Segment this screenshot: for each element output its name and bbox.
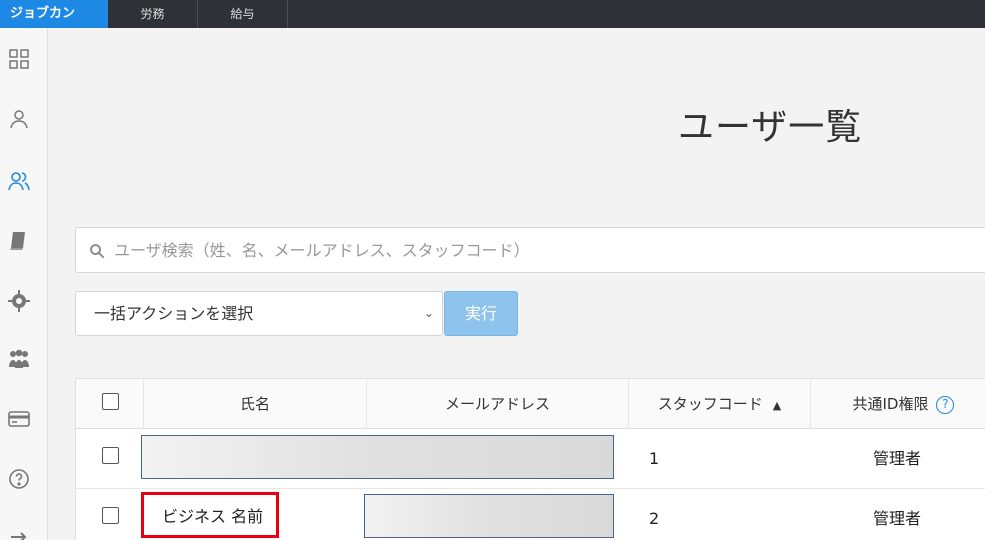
tab-labor[interactable]: 労務 xyxy=(108,0,198,28)
row-auth: 管理者 xyxy=(873,509,922,528)
header-name: 氏名 xyxy=(239,395,270,413)
row-checkbox[interactable] xyxy=(102,507,119,524)
page-title: ユーザ一覧 xyxy=(678,107,863,148)
row-name[interactable]: ビジネス 名前 xyxy=(162,489,263,540)
row-staff-code: 2 xyxy=(649,509,660,528)
row-auth: 管理者 xyxy=(873,449,922,468)
table-header: 氏名 メールアドレス スタッフコード ▲︎ 共通ID権限? xyxy=(76,379,985,429)
chevron-down-icon: ⌄ xyxy=(423,306,434,320)
search-input[interactable] xyxy=(114,228,974,272)
tab-payroll[interactable]: 給与 xyxy=(198,0,288,28)
user-icon[interactable] xyxy=(6,106,32,132)
header-email: メールアドレス xyxy=(444,395,550,413)
search-icon xyxy=(90,244,105,259)
sidebar xyxy=(0,28,48,540)
bulk-action-value: 一括アクションを選択 xyxy=(94,304,254,323)
header-staff-code[interactable]: スタッフコード ▲︎ xyxy=(629,379,810,429)
top-bar: ジョブカン 労務 給与 xyxy=(0,0,985,28)
dashboard-icon[interactable] xyxy=(6,46,32,72)
header-auth-label: 共通ID権限 xyxy=(852,395,929,413)
sort-icon[interactable]: ▲︎ xyxy=(773,399,781,412)
table-row[interactable]: 1 管理者 xyxy=(76,429,985,489)
redacted-name-email xyxy=(141,435,614,479)
help-icon[interactable] xyxy=(6,466,32,492)
book-icon[interactable] xyxy=(6,228,32,254)
bulk-action-select[interactable]: 一括アクションを選択 ⌄ xyxy=(75,291,443,336)
question-icon[interactable]: ? xyxy=(936,395,955,414)
row-checkbox[interactable] xyxy=(102,447,119,464)
card-icon[interactable] xyxy=(6,406,32,432)
run-button[interactable]: 実行 xyxy=(444,291,518,336)
main-content: ユーザ一覧 一括アクションを選択 ⌄ 実行 氏名 メールアドレス スタッフコード… xyxy=(48,28,985,540)
users-icon[interactable] xyxy=(6,168,32,194)
search-box[interactable] xyxy=(75,227,985,273)
table-row[interactable]: ビジネス 名前 2 管理者 xyxy=(76,489,985,540)
row-staff-code: 1 xyxy=(649,449,660,468)
header-auth: 共通ID権限? xyxy=(811,379,985,429)
redacted-email xyxy=(364,494,614,538)
brand-logo[interactable]: ジョブカン xyxy=(0,0,108,28)
user-table: 氏名 メールアドレス スタッフコード ▲︎ 共通ID権限? 1 管理者 ビジネス … xyxy=(75,378,985,540)
select-all-checkbox[interactable] xyxy=(102,393,119,410)
header-staff-code-label: スタッフコード xyxy=(657,395,763,413)
logout-icon[interactable] xyxy=(6,524,32,540)
group-icon[interactable] xyxy=(6,346,32,372)
gear-icon[interactable] xyxy=(6,288,32,314)
